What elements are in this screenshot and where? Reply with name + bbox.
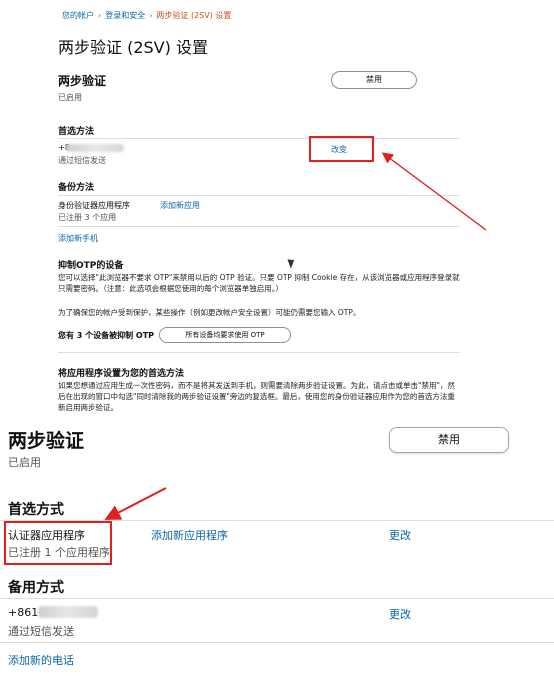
preferred-via-sms: 通过短信发送 bbox=[58, 156, 106, 165]
divider bbox=[58, 138, 460, 139]
disable-button[interactable]: 禁用 bbox=[331, 71, 417, 89]
otp-protection-note: 为了确保您的帐户受到保护，某些操作（例如更改帐户安全设置）可能仍需要您输入 OT… bbox=[58, 308, 361, 317]
otp-suppressed-count: 您有 3 个设备被抑制 OTP bbox=[58, 331, 155, 340]
mouse-cursor-icon bbox=[287, 257, 297, 269]
preferred-method-heading: 首选方法 bbox=[58, 127, 95, 137]
two-step-heading: 两步验证 bbox=[58, 74, 107, 88]
highlight-box bbox=[4, 521, 112, 565]
two-step-status: 已启用 bbox=[58, 93, 82, 102]
app-preference-heading: 将应用程序设置为您的首选方法 bbox=[58, 369, 185, 379]
blurred-phone-digits bbox=[66, 144, 124, 152]
breadcrumb: 您的帐户 › 登录和安全 › 两步验证 (2SV) 设置 bbox=[62, 10, 231, 21]
backup-method-heading: 备份方法 bbox=[58, 183, 95, 193]
breadcrumb-current: 两步验证 (2SV) 设置 bbox=[156, 11, 232, 20]
preferred-method-heading-large: 首选方式 bbox=[8, 502, 64, 518]
divider bbox=[58, 352, 460, 353]
breadcrumb-login-security-link[interactable]: 登录和安全 bbox=[105, 11, 145, 20]
two-step-status-large: 已启用 bbox=[8, 456, 41, 469]
add-new-phone-link[interactable]: 添加新手机 bbox=[58, 233, 98, 244]
app-preference-description: 如果您想通过应用生成一次性密码，而不是将其发送到手机，则需要清除两步验证设置。为… bbox=[58, 381, 455, 412]
divider bbox=[0, 642, 554, 643]
divider bbox=[58, 195, 460, 196]
add-new-app-link-large[interactable]: 添加新应用程序 bbox=[151, 527, 228, 543]
require-otp-all-devices-button[interactable]: 所有设备均要求使用 OTP bbox=[159, 327, 291, 343]
bottom-screenshot-panel: 两步验证 已启用 禁用 首选方式 认证器应用程序 已注册 1 个应用程序 添加新… bbox=[0, 420, 554, 676]
highlight-box bbox=[309, 136, 374, 162]
divider bbox=[0, 598, 554, 599]
backup-via-sms: 通过短信发送 bbox=[8, 625, 74, 638]
divider bbox=[58, 226, 460, 227]
top-screenshot-panel: 您的帐户 › 登录和安全 › 两步验证 (2SV) 设置 两步验证 (2SV) 设置 两… bbox=[0, 0, 554, 420]
backup-phone-number: +861 bbox=[8, 606, 39, 619]
backup-method-heading-large: 备用方式 bbox=[8, 580, 64, 596]
breadcrumb-account-link[interactable]: 您的帐户 bbox=[62, 11, 94, 20]
two-step-heading-large: 两步验证 bbox=[8, 430, 85, 452]
add-new-app-link[interactable]: 添加新应用 bbox=[160, 200, 200, 211]
page-title: 两步验证 (2SV) 设置 bbox=[58, 38, 208, 57]
breadcrumb-separator: › bbox=[98, 11, 102, 20]
change-preferred-link-large[interactable]: 更改 bbox=[389, 527, 411, 543]
add-new-phone-link-large[interactable]: 添加新的电话 bbox=[8, 652, 74, 668]
blurred-phone-digits bbox=[38, 606, 98, 618]
backup-app-registered: 已注册 3 个应用 bbox=[58, 213, 117, 222]
otp-suppression-description: 您可以选择"此浏览器不要求 OTP"来禁用以后的 OTP 验证。只要 OTP 抑… bbox=[58, 273, 460, 293]
change-backup-link-large[interactable]: 更改 bbox=[389, 606, 411, 622]
breadcrumb-separator: › bbox=[149, 11, 153, 20]
otp-suppression-heading: 抑制OTP的设备 bbox=[58, 261, 124, 271]
backup-app-name: 身份验证器应用程序 bbox=[58, 201, 130, 210]
disable-button-large[interactable]: 禁用 bbox=[389, 427, 509, 453]
